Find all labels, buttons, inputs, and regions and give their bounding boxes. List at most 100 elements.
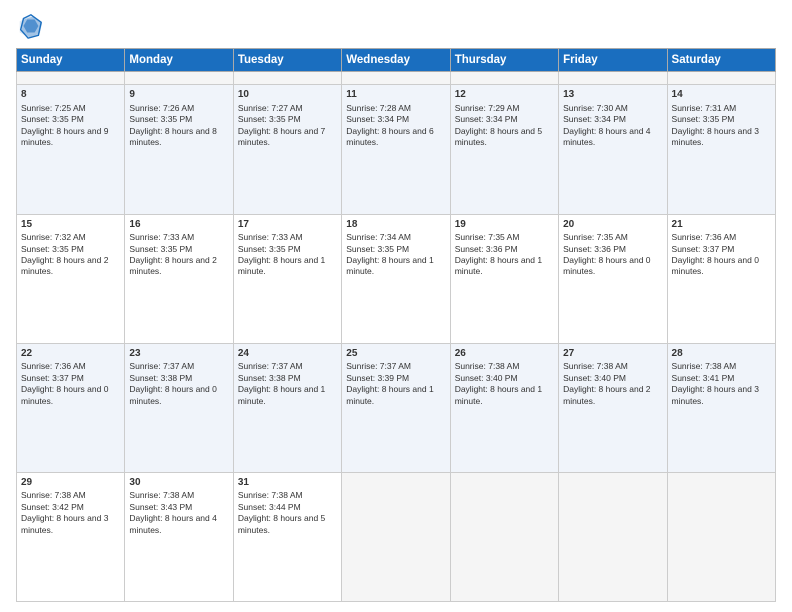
sunrise-text: Sunrise: 7:31 AM bbox=[672, 103, 737, 113]
sunrise-text: Sunrise: 7:25 AM bbox=[21, 103, 86, 113]
day-number: 19 bbox=[455, 218, 554, 232]
sunset-text: Sunset: 3:40 PM bbox=[455, 373, 518, 383]
daylight-text: Daylight: 8 hours and 6 minutes. bbox=[346, 126, 433, 147]
day-number: 23 bbox=[129, 347, 228, 361]
day-number: 27 bbox=[563, 347, 662, 361]
sunrise-text: Sunrise: 7:34 AM bbox=[346, 232, 411, 242]
calendar-week-row: 8Sunrise: 7:25 AM Sunset: 3:35 PM Daylight… bbox=[17, 85, 776, 214]
day-number: 10 bbox=[238, 88, 337, 102]
calendar-cell: 8Sunrise: 7:25 AMSunset: 3:35 PMDaylight… bbox=[17, 85, 125, 214]
daylight-text: Daylight: 8 hours and 2 minutes. bbox=[129, 255, 216, 276]
daylight-text: Daylight: 8 hours and 0 minutes. bbox=[672, 255, 759, 276]
sunrise-text: Sunrise: 7:37 AM bbox=[238, 361, 303, 371]
day-number: 24 bbox=[238, 347, 337, 361]
sunset-text: Sunset: 3:41 PM bbox=[672, 373, 735, 383]
calendar-cell bbox=[450, 72, 558, 85]
sunrise-text: Sunrise: 7:33 AM bbox=[129, 232, 194, 242]
day-number: 31 bbox=[238, 476, 337, 490]
calendar-cell bbox=[667, 472, 775, 601]
daylight-text: Daylight: 8 hours and 5 minutes. bbox=[455, 126, 542, 147]
calendar-cell: 22Sunrise: 7:36 AMSunset: 3:37 PMDayligh… bbox=[17, 343, 125, 472]
daylight-text: Daylight: 8 hours and 0 minutes. bbox=[129, 384, 216, 405]
calendar-cell: 26Sunrise: 7:38 AMSunset: 3:40 PMDayligh… bbox=[450, 343, 558, 472]
calendar-cell: 20Sunrise: 7:35 AMSunset: 3:36 PMDayligh… bbox=[559, 214, 667, 343]
sunrise-text: Sunrise: 7:30 AM bbox=[563, 103, 628, 113]
day-number: 16 bbox=[129, 218, 228, 232]
daylight-text: Daylight: 8 hours and 3 minutes. bbox=[672, 126, 759, 147]
calendar-cell: 23Sunrise: 7:37 AM Sunset: 3:38 PMDayligh… bbox=[125, 343, 233, 472]
day-number: 18 bbox=[346, 218, 445, 232]
calendar-cell bbox=[17, 72, 125, 85]
sunset-text: Sunset: 3:35 PM bbox=[346, 244, 409, 254]
page: SundayMondayTuesdayWednesdayThursdayFrid… bbox=[0, 0, 792, 612]
sunset-text: Sunset: 3:35 PM bbox=[21, 244, 84, 254]
calendar-header-tuesday: Tuesday bbox=[233, 49, 341, 72]
sunrise-text: Sunrise: 7:38 AM bbox=[238, 490, 303, 500]
day-number: 13 bbox=[563, 88, 662, 102]
daylight-text: Daylight: 8 hours and 9 minutes. bbox=[21, 126, 108, 147]
sunset-text: Sunset: 3:35 PM bbox=[129, 114, 192, 124]
day-number: 20 bbox=[563, 218, 662, 232]
sunrise-text: Sunrise: 7:28 AM bbox=[346, 103, 411, 113]
daylight-text: Daylight: 8 hours and 0 minutes. bbox=[563, 255, 650, 276]
daylight-text: Daylight: 8 hours and 2 minutes. bbox=[21, 255, 108, 276]
sunrise-text: Sunrise: 7:33 AM bbox=[238, 232, 303, 242]
calendar-cell: 30Sunrise: 7:38 AMSunset: 3:43 PMDayligh… bbox=[125, 472, 233, 601]
sunset-text: Sunset: 3:43 PM bbox=[129, 502, 192, 512]
day-number: 8 bbox=[21, 88, 120, 102]
sunrise-text: Sunrise: 7:38 AM bbox=[672, 361, 737, 371]
calendar-header-thursday: Thursday bbox=[450, 49, 558, 72]
daylight-text: Daylight: 8 hours and 5 minutes. bbox=[238, 513, 325, 534]
daylight-text: Daylight: 8 hours and 4 minutes. bbox=[563, 126, 650, 147]
daylight-text: Daylight: 8 hours and 1 minute. bbox=[455, 384, 542, 405]
calendar-cell bbox=[233, 72, 341, 85]
calendar-week-row bbox=[17, 72, 776, 85]
day-number: 17 bbox=[238, 218, 337, 232]
calendar-cell: 21Sunrise: 7:36 AMSunset: 3:37 PMDayligh… bbox=[667, 214, 775, 343]
calendar-cell: 25Sunrise: 7:37 AMSunset: 3:39 PMDayligh… bbox=[342, 343, 450, 472]
sunset-text: Sunset: 3:38 PM bbox=[238, 373, 301, 383]
sunset-text: Sunset: 3:36 PM bbox=[563, 244, 626, 254]
sunset-text: Sunset: 3:40 PM bbox=[563, 373, 626, 383]
sunset-text: Sunset: 3:44 PM bbox=[238, 502, 301, 512]
sunset-text: Sunset: 3:35 PM bbox=[238, 114, 301, 124]
daylight-text: Daylight: 8 hours and 0 minutes. bbox=[21, 384, 108, 405]
logo-icon bbox=[16, 12, 44, 40]
sunrise-text: Sunrise: 7:37 AM bbox=[129, 361, 194, 371]
sunset-text: Sunset: 3:35 PM bbox=[129, 244, 192, 254]
daylight-text: Daylight: 8 hours and 1 minute. bbox=[238, 255, 325, 276]
sunset-text: Sunset: 3:35 PM bbox=[672, 114, 735, 124]
calendar-cell: 13Sunrise: 7:30 AMSunset: 3:34 PM Dayligh… bbox=[559, 85, 667, 214]
sunrise-text: Sunrise: 7:36 AM bbox=[21, 361, 86, 371]
calendar-week-row: 15Sunrise: 7:32 AMSunset: 3:35 PMDayligh… bbox=[17, 214, 776, 343]
sunrise-text: Sunrise: 7:38 AM bbox=[21, 490, 86, 500]
calendar-header-row: SundayMondayTuesdayWednesdayThursdayFrid… bbox=[17, 49, 776, 72]
sunset-text: Sunset: 3:37 PM bbox=[21, 373, 84, 383]
daylight-text: Daylight: 8 hours and 3 minutes. bbox=[672, 384, 759, 405]
daylight-text: Daylight: 8 hours and 2 minutes. bbox=[563, 384, 650, 405]
sunrise-text: Sunrise: 7:38 AM bbox=[455, 361, 520, 371]
daylight-text: Daylight: 8 hours and 7 minutes. bbox=[238, 126, 325, 147]
sunset-text: Sunset: 3:39 PM bbox=[346, 373, 409, 383]
sunset-text: Sunset: 3:36 PM bbox=[455, 244, 518, 254]
calendar-cell: 18Sunrise: 7:34 AMSunset: 3:35 PMDayligh… bbox=[342, 214, 450, 343]
header bbox=[16, 12, 776, 40]
calendar-week-row: 29Sunrise: 7:38 AMSunset: 3:42 PMDayligh… bbox=[17, 472, 776, 601]
logo bbox=[16, 12, 48, 40]
sunrise-text: Sunrise: 7:35 AM bbox=[455, 232, 520, 242]
sunset-text: Sunset: 3:37 PM bbox=[672, 244, 735, 254]
calendar-cell: 28Sunrise: 7:38 AMSunset: 3:41 PMDayligh… bbox=[667, 343, 775, 472]
sunset-text: Sunset: 3:38 PM bbox=[129, 373, 192, 383]
calendar-cell: 19Sunrise: 7:35 AMSunset: 3:36 PMDayligh… bbox=[450, 214, 558, 343]
sunrise-text: Sunrise: 7:37 AM bbox=[346, 361, 411, 371]
calendar-cell: 17Sunrise: 7:33 AMSunset: 3:35 PMDayligh… bbox=[233, 214, 341, 343]
sunrise-text: Sunrise: 7:29 AM bbox=[455, 103, 520, 113]
calendar-cell: 16Sunrise: 7:33 AM Sunset: 3:35 PMDayligh… bbox=[125, 214, 233, 343]
calendar-cell: 9Sunrise: 7:26 AMSunset: 3:35 PMDaylight… bbox=[125, 85, 233, 214]
day-number: 30 bbox=[129, 476, 228, 490]
sunrise-text: Sunrise: 7:32 AM bbox=[21, 232, 86, 242]
day-number: 9 bbox=[129, 88, 228, 102]
sunset-text: Sunset: 3:42 PM bbox=[21, 502, 84, 512]
day-number: 11 bbox=[346, 88, 445, 102]
sunset-text: Sunset: 3:34 PM bbox=[563, 114, 626, 124]
